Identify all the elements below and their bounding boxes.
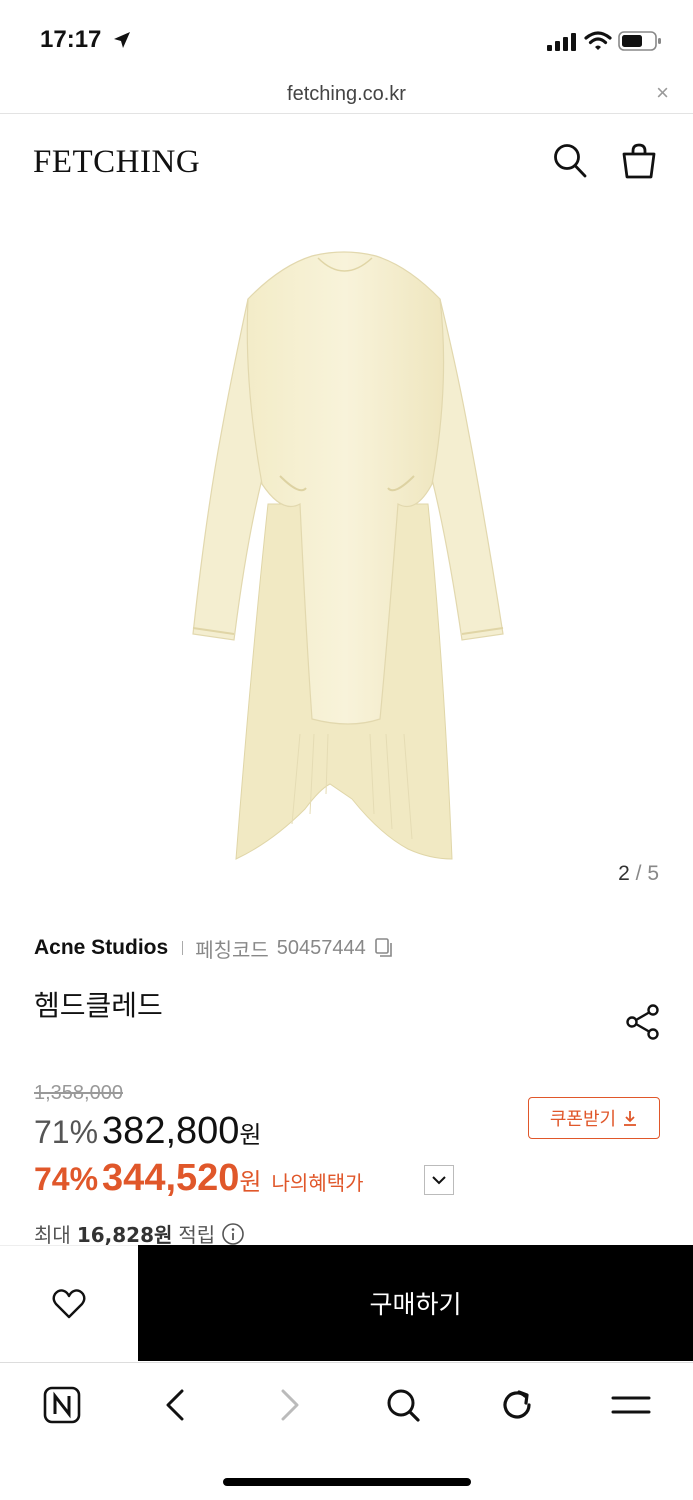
coupon-button[interactable]: 쿠폰받기 [528,1097,660,1139]
menu-icon [611,1396,651,1414]
benefit-dropdown-button[interactable] [424,1165,454,1195]
site-header: FETCHING [0,114,693,214]
naver-home-button[interactable] [40,1383,84,1427]
naver-home-icon [43,1386,81,1424]
share-icon[interactable] [624,1003,662,1041]
browser-search-button[interactable] [381,1383,425,1427]
my-discount-rate: 74% [34,1161,99,1197]
site-logo[interactable]: FETCHING [33,144,200,181]
points-row: 최대 16,828원 적립 [34,1219,245,1248]
product-code: 50457444 [276,936,366,959]
product-code-label: 페칭코드 [195,937,269,962]
sale-price: 382,800 [102,1110,240,1152]
url-bar: fetching.co.kr × [0,80,693,114]
action-bar: 구매하기 [0,1245,693,1361]
heart-icon [52,1288,86,1318]
buy-button[interactable]: 구매하기 [138,1245,693,1361]
points-suffix: 적립 [178,1223,216,1247]
original-price: 1,358,000 [34,1082,123,1104]
forward-icon [281,1389,299,1421]
coupon-button-label: 쿠폰받기 [549,1109,617,1130]
status-time: 17:17 [40,26,102,53]
my-price: 344,520 [102,1157,240,1199]
price-row: 71% 382,800 원 [34,1110,262,1153]
download-icon [624,1111,637,1126]
brand-name[interactable]: Acne Studios [34,936,168,960]
status-bar: 17:17 [0,0,693,80]
chevron-down-icon [432,1176,446,1185]
shopping-bag-icon[interactable] [620,142,658,180]
info-icon[interactable] [221,1222,245,1246]
image-counter-current: 2 [618,862,630,885]
home-indicator[interactable] [223,1478,471,1486]
product-image[interactable] [0,214,693,914]
wishlist-button[interactable] [0,1245,138,1361]
back-icon [166,1389,184,1421]
menu-button[interactable] [609,1383,653,1427]
browser-toolbar [0,1362,693,1450]
back-button[interactable] [153,1383,197,1427]
reload-icon [503,1390,531,1419]
image-counter-separator: / [635,862,642,885]
product-name: 헴드클레드 [34,989,163,1022]
discount-rate: 71% [34,1114,99,1150]
my-price-label: 나의혜택가 [271,1171,364,1195]
currency-unit: 원 [239,1121,262,1149]
points-prefix: 최대 [34,1223,71,1247]
copy-icon[interactable] [374,937,394,959]
wifi-icon [584,31,612,50]
cellular-signal-icon [547,33,576,51]
my-price-row: 74% 344,520 원 나의혜택가 [34,1157,364,1200]
url-text[interactable]: fetching.co.kr [0,83,693,106]
points-value: 16,828원 [76,1223,173,1247]
image-counter: 2 / 5 [618,862,659,886]
location-arrow-icon [114,32,130,48]
close-icon[interactable]: × [656,82,669,104]
reload-button[interactable] [495,1383,539,1427]
image-counter-total: 5 [647,862,659,885]
forward-button[interactable] [268,1383,312,1427]
search-icon[interactable] [552,142,588,180]
search-icon [387,1389,420,1422]
brand-divider [182,941,184,955]
my-currency-unit: 원 [239,1168,262,1196]
brand-row: Acne Studios 페칭코드 50457444 [34,934,394,962]
battery-icon [618,31,661,51]
